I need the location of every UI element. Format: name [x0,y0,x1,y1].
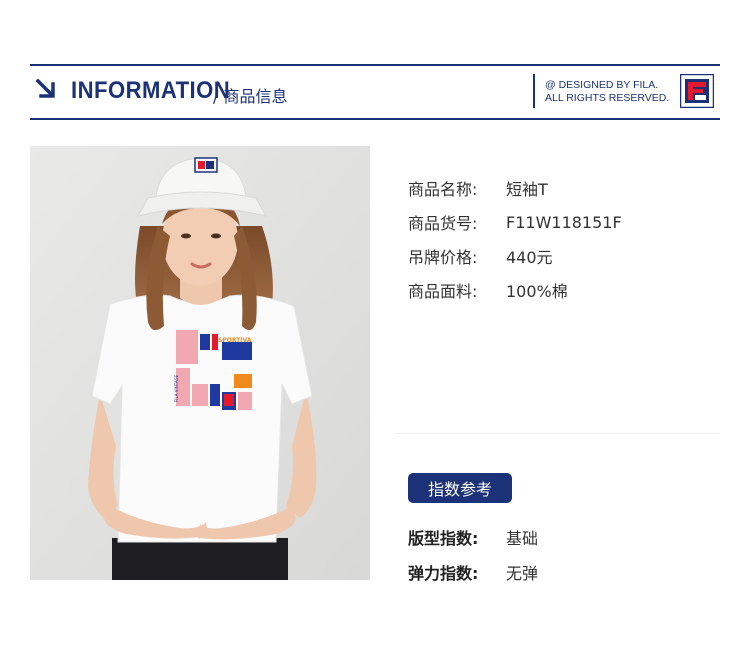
shirt-graphic-small-text: FILA VINTAGE [174,374,179,402]
index-value: 基础 [506,528,539,548]
index-row-elasticity: 弹力指数: 无弹 [408,554,538,589]
spec-value: 100%棉 [506,282,568,301]
spec-value: F11W118151F [506,212,622,232]
spec-row-price: 吊牌价格: 440元 [408,239,622,273]
spec-label: 商品货号: [408,214,478,233]
spec-value: 440元 [506,248,553,267]
spec-row-fabric: 商品面料: 100%棉 [408,273,622,307]
shirt-graphic-text: SPORTIVA [218,337,252,344]
spec-value: 短袖T [506,180,548,199]
index-value: 无弹 [506,563,539,583]
index-label: 弹力指数: [408,563,479,583]
copyright-line-2: ALL RIGHTS RESERVED. [545,92,670,104]
spec-row-sku: 商品货号: F11W118151F [408,205,622,239]
section-divider [395,433,720,434]
index-label: 版型指数: [408,528,479,548]
spec-row-name: 商品名称: 短袖T [408,171,622,205]
skirt [112,538,288,580]
product-photo: SPORTIVA FILA VINTAGE [30,146,370,580]
spec-label: 吊牌价格: [408,248,478,267]
header-divider [533,74,535,108]
index-reference-list: 版型指数: 基础 弹力指数: 无弹 [408,519,538,589]
information-title: INFORMATION [71,77,231,104]
spec-label: 商品面料: [408,282,478,301]
copyright-line-1: @ DESIGNED BY FILA. [545,79,659,91]
copyright-text: @ DESIGNED BY FILA. ALL RIGHTS RESERVED. [545,79,669,105]
information-header: INFORMATION / 商品信息 @ DESIGNED BY FILA. A… [30,64,720,120]
index-reference-badge: 指数参考 [408,473,512,503]
information-subtitle: / 商品信息 [213,87,288,106]
spec-label: 商品名称: [408,180,478,199]
product-specs: 商品名称: 短袖T 商品货号: F11W118151F 吊牌价格: 440元 商… [408,171,622,307]
fila-logo-icon [680,74,714,108]
arrow-down-right-icon [35,78,55,98]
index-row-fit: 版型指数: 基础 [408,519,538,554]
